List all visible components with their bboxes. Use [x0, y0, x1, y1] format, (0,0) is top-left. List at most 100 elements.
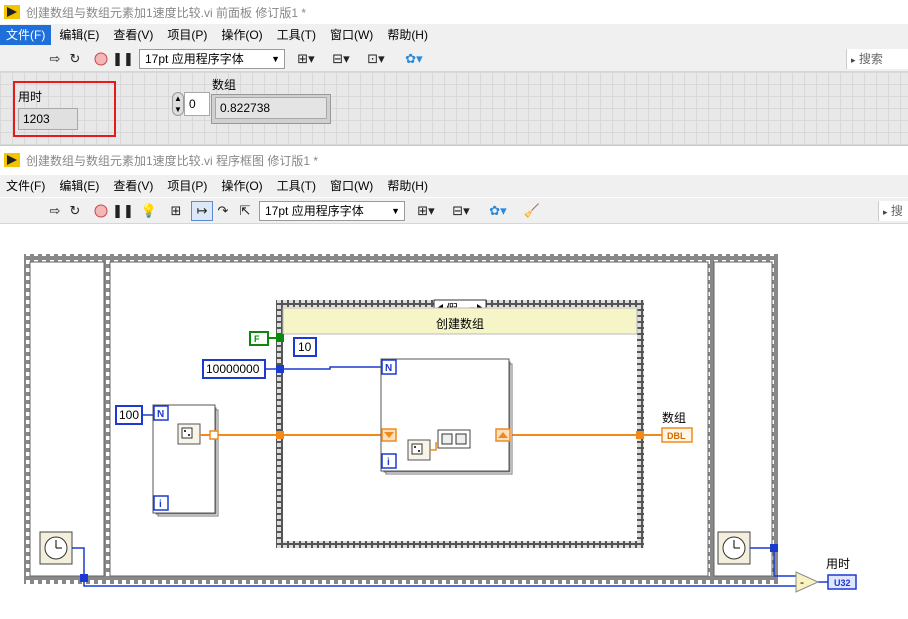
highlight-box	[13, 81, 116, 137]
front-panel-canvas: 用时 1203 数组 ▲ ▼ 0 0.822738	[0, 72, 908, 146]
menu-help[interactable]: 帮助(H)	[381, 25, 434, 45]
selector-terminal	[276, 334, 284, 342]
reorder-icon[interactable]: ✿▾	[484, 201, 512, 221]
subtract-symbol: -	[800, 575, 804, 589]
loop-count-terminal[interactable]: N	[381, 359, 397, 375]
block-diagram-titlebar: 创建数组与数组元素加1速度比较.vi 程序框图 修订版1 *	[0, 148, 908, 172]
front-panel-title: 创建数组与数组元素加1速度比较.vi 前面板 修订版1 *	[26, 5, 307, 20]
labview-logo-icon	[4, 5, 20, 19]
step-over-icon[interactable]: ↷	[214, 201, 232, 221]
chevron-down-icon: ▼	[391, 206, 400, 216]
array-index-input[interactable]: 0	[184, 92, 210, 116]
shift-register-right[interactable]	[495, 428, 511, 442]
font-selector-label: 17pt 应用程序字体	[265, 204, 364, 218]
font-selector[interactable]: 17pt 应用程序字体 ▼	[259, 201, 405, 221]
search-input[interactable]: ▸ 搜	[878, 201, 908, 221]
tunnel	[770, 544, 778, 552]
tunnel	[276, 365, 284, 373]
constant-10-label: 10	[298, 340, 312, 354]
tunnel	[80, 574, 88, 582]
run-continuously-icon[interactable]: ↻	[66, 49, 84, 69]
reorder-icon[interactable]: ✿▾	[400, 49, 428, 69]
distribute-objects-icon[interactable]: ⊟▾	[326, 49, 356, 69]
step-into-icon[interactable]: ↦	[191, 201, 213, 221]
menu-tools[interactable]: 工具(T)	[271, 25, 322, 45]
front-panel-titlebar: 创建数组与数组元素加1速度比较.vi 前面板 修订版1 *	[0, 0, 908, 24]
array-label: 数组	[212, 78, 237, 92]
step-out-icon[interactable]: ⇱	[236, 201, 254, 221]
run-continuously-icon[interactable]: ↻	[66, 201, 84, 221]
search-input[interactable]: ▸ 搜索	[846, 49, 908, 69]
block-diagram-toolbar: ⇨ ↻ ❚❚ 💡 ⊞ ↦ ↷ ⇱ 17pt 应用程序字体 ▼ ⊞▾ ⊟▾ ✿▾ …	[0, 198, 908, 224]
tick-count-clock-icon[interactable]	[39, 531, 73, 565]
menu-view[interactable]: 查看(V)	[107, 25, 159, 45]
menu-file[interactable]: 文件(F)	[0, 25, 52, 45]
dbl-type-label: DBL	[667, 431, 686, 441]
front-panel-toolbar: ⇨ ↻ ❚❚ 17pt 应用程序字体 ▼ ⊞▾ ⊟▾ ⊡▾ ✿▾ ▸ 搜索	[0, 46, 908, 72]
false-constant-label: F	[254, 334, 260, 344]
subtract-node[interactable]: -	[795, 571, 820, 593]
search-icon: ▸	[883, 207, 888, 217]
block-diagram-canvas: - 用时 U32 假 ▼ 创建数组 F 10 10000000	[24, 254, 857, 593]
menu-project[interactable]: 项目(P)	[161, 25, 213, 45]
iteration-terminal: i	[381, 453, 397, 469]
constant-10000000-label: 10000000	[206, 362, 260, 376]
n-terminal-label: N	[385, 363, 392, 374]
retain-wire-values-icon[interactable]: ⊞	[166, 201, 186, 221]
random-number-dice-icon[interactable]	[407, 439, 431, 461]
block-diagram-title: 创建数组与数组元素加1速度比较.vi 程序框图 修订版1 *	[26, 153, 319, 168]
replace-array-subset-icon[interactable]	[437, 429, 471, 449]
tunnel	[636, 431, 644, 439]
align-objects-icon[interactable]: ⊞▾	[412, 201, 440, 221]
font-selector[interactable]: 17pt 应用程序字体 ▼	[139, 49, 285, 69]
case-label: 创建数组	[436, 316, 484, 331]
random-number-dice-icon[interactable]	[177, 423, 201, 445]
menu-edit[interactable]: 编辑(E)	[53, 25, 105, 45]
menu-help[interactable]: 帮助(H)	[381, 176, 434, 196]
time-indicator-terminal[interactable]: U32	[827, 574, 857, 590]
shift-register-left[interactable]	[381, 428, 397, 442]
false-constant[interactable]: F	[249, 331, 269, 346]
chevron-down-icon: ▼	[271, 54, 280, 64]
menu-window[interactable]: 窗口(W)	[324, 25, 379, 45]
constant-100-label: 100	[119, 408, 139, 422]
search-placeholder: 搜	[890, 204, 903, 218]
iteration-terminal: i	[153, 495, 169, 511]
u32-type-label: U32	[834, 578, 851, 588]
array-element: 0.822738	[215, 97, 327, 119]
loop-count-terminal[interactable]: N	[153, 405, 169, 421]
clean-up-diagram-icon[interactable]: 🧹	[520, 201, 544, 221]
for-loop-inner[interactable]	[380, 358, 513, 475]
menu-view[interactable]: 查看(V)	[107, 176, 159, 196]
search-placeholder: 搜索	[858, 52, 883, 66]
run-arrow-icon[interactable]: ⇨	[46, 49, 64, 69]
align-objects-icon[interactable]: ⊞▾	[292, 49, 320, 69]
constant-10000000[interactable]: 10000000	[202, 359, 266, 379]
pause-icon[interactable]: ❚❚	[112, 201, 134, 221]
constant-10[interactable]: 10	[293, 337, 317, 357]
abort-icon[interactable]	[92, 49, 110, 69]
run-arrow-icon[interactable]: ⇨	[46, 201, 64, 221]
menu-tools[interactable]: 工具(T)	[271, 176, 322, 196]
menu-operate[interactable]: 操作(O)	[215, 176, 268, 196]
menu-file[interactable]: 文件(F)	[0, 176, 51, 196]
tunnel	[276, 431, 284, 439]
abort-icon[interactable]	[92, 201, 110, 221]
index-stepper[interactable]: ▲ ▼	[172, 92, 184, 116]
pause-icon[interactable]: ❚❚	[112, 49, 134, 69]
highlight-execution-icon[interactable]: 💡	[140, 201, 158, 221]
font-selector-label: 17pt 应用程序字体	[145, 52, 244, 66]
array-indicator-terminal[interactable]: DBL	[661, 427, 693, 443]
tick-count-clock-icon[interactable]	[717, 531, 751, 565]
menu-operate[interactable]: 操作(O)	[215, 25, 268, 45]
resize-objects-icon[interactable]: ⊡▾	[362, 49, 390, 69]
menu-project[interactable]: 项目(P)	[161, 176, 213, 196]
i-terminal-label: i	[387, 457, 390, 468]
tunnel	[209, 430, 219, 440]
constant-100[interactable]: 100	[115, 405, 143, 425]
menu-window[interactable]: 窗口(W)	[324, 176, 379, 196]
n-terminal-label: N	[157, 409, 164, 420]
distribute-objects-icon[interactable]: ⊟▾	[446, 201, 476, 221]
menu-edit[interactable]: 编辑(E)	[53, 176, 105, 196]
block-diagram-menubar: 文件(F) 编辑(E) 查看(V) 项目(P) 操作(O) 工具(T) 窗口(W…	[0, 175, 908, 197]
